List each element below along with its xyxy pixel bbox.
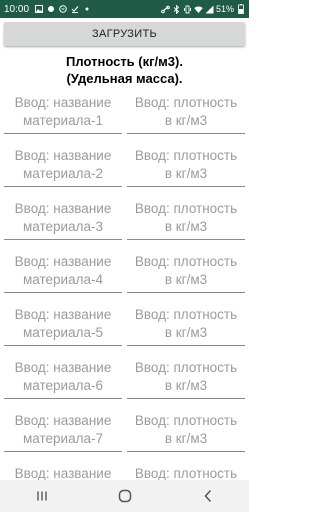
dot-icon	[82, 5, 91, 14]
material-name-input-2[interactable]: Ввод: название материала-2	[4, 147, 122, 187]
material-name-placeholder-line2: материала-4	[23, 272, 103, 287]
battery-percent: 51%	[215, 4, 234, 14]
density-placeholder-line2: в кг/м3	[164, 272, 208, 287]
material-name-input-5[interactable]: Ввод: название материала-5	[4, 306, 122, 346]
material-name-placeholder-line2: материала-3	[23, 219, 103, 234]
field-underline	[127, 292, 245, 293]
material-name-input-1[interactable]: Ввод: название материала-1	[4, 94, 122, 134]
field-underline	[4, 345, 122, 346]
material-row-3: Ввод: название материала-3 Ввод: плотнос…	[0, 200, 249, 253]
check-icon	[70, 5, 79, 14]
field-underline	[4, 292, 122, 293]
material-row-6: Ввод: название материала-6 Ввод: плотнос…	[0, 359, 249, 412]
material-name-placeholder-line1: Ввод: название	[14, 201, 112, 216]
material-name-placeholder-line2: материала-1	[23, 113, 103, 128]
field-underline	[127, 133, 245, 134]
material-row-2: Ввод: название материала-2 Ввод: плотнос…	[0, 147, 249, 200]
field-underline	[4, 133, 122, 134]
load-button[interactable]: ЗАГРУЗИТЬ	[4, 22, 245, 46]
navigation-bar	[0, 480, 249, 512]
density-input-5[interactable]: Ввод: плотность в кг/м3	[127, 306, 245, 346]
bluetooth-icon	[172, 4, 181, 14]
material-name-placeholder-line2: материала-5	[23, 325, 103, 340]
density-input-7[interactable]: Ввод: плотность в кг/м3	[127, 412, 245, 452]
wifi-icon	[194, 5, 203, 14]
status-bar: 10:00 51%	[0, 0, 249, 18]
material-name-input-3[interactable]: Ввод: название материала-3	[4, 200, 122, 240]
field-underline	[4, 239, 122, 240]
material-name-placeholder-line1: Ввод: название	[14, 254, 112, 269]
back-button[interactable]	[193, 484, 223, 508]
density-input-3[interactable]: Ввод: плотность в кг/м3	[127, 200, 245, 240]
material-name-placeholder-line1: Ввод: название	[14, 360, 112, 375]
vibrate-icon	[183, 5, 192, 14]
title-line-1: Плотность (кг/м3).	[66, 54, 183, 69]
material-row-1: Ввод: название материала-1 Ввод: плотнос…	[0, 94, 249, 147]
density-placeholder-line2: в кг/м3	[164, 113, 208, 128]
field-underline	[127, 345, 245, 346]
image-icon	[34, 5, 43, 14]
title-line-2: (Удельная масса).	[66, 71, 183, 86]
status-left: 10:00	[4, 4, 91, 15]
density-input-4[interactable]: Ввод: плотность в кг/м3	[127, 253, 245, 293]
material-list: Ввод: название материала-1 Ввод: плотнос…	[0, 94, 249, 512]
density-placeholder-line2: в кг/м3	[164, 325, 208, 340]
density-input-2[interactable]: Ввод: плотность в кг/м3	[127, 147, 245, 187]
density-placeholder-line1: Ввод: плотность	[134, 254, 238, 269]
status-right: 51%	[161, 4, 245, 14]
material-name-placeholder-line1: Ввод: название	[14, 413, 112, 428]
density-placeholder-line1: Ввод: плотность	[134, 95, 238, 110]
field-underline	[4, 451, 122, 452]
field-underline	[4, 186, 122, 187]
notification-dot-icon	[46, 5, 55, 14]
density-placeholder-line1: Ввод: плотность	[134, 413, 238, 428]
field-underline	[4, 398, 122, 399]
density-placeholder-line1: Ввод: плотность	[134, 307, 238, 322]
material-name-input-7[interactable]: Ввод: название материала-7	[4, 412, 122, 452]
material-name-input-6[interactable]: Ввод: название материала-6	[4, 359, 122, 399]
material-name-placeholder-line2: материала-2	[23, 166, 103, 181]
screen: 10:00 51% ЗАГРУЗИТЬ Плотность (кг/м3). (…	[0, 0, 249, 512]
field-underline	[127, 398, 245, 399]
battery-icon	[236, 4, 245, 14]
density-placeholder-line2: в кг/м3	[164, 431, 208, 446]
material-name-placeholder-line2: материала-7	[23, 431, 103, 446]
material-name-placeholder-line1: Ввод: название	[14, 95, 112, 110]
density-input-1[interactable]: Ввод: плотность в кг/м3	[127, 94, 245, 134]
home-button[interactable]	[110, 484, 140, 508]
signal-icon	[205, 5, 214, 14]
density-placeholder-line1: Ввод: плотность	[134, 148, 238, 163]
density-input-6[interactable]: Ввод: плотность в кг/м3	[127, 359, 245, 399]
recents-icon	[36, 491, 47, 501]
density-placeholder-line2: в кг/м3	[164, 219, 208, 234]
home-icon	[118, 489, 131, 503]
material-row-5: Ввод: название материала-5 Ввод: плотнос…	[0, 306, 249, 359]
status-time: 10:00	[4, 3, 30, 15]
material-name-placeholder-line1: Ввод: название	[14, 307, 112, 322]
material-name-placeholder-line2: материала-6	[23, 378, 103, 393]
back-icon	[203, 489, 211, 503]
link-icon	[161, 5, 170, 14]
vpn-icon	[58, 5, 67, 14]
density-placeholder-line2: в кг/м3	[164, 378, 208, 393]
material-row-4: Ввод: название материала-4 Ввод: плотнос…	[0, 253, 249, 306]
material-name-input-4[interactable]: Ввод: название материала-4	[4, 253, 122, 293]
field-underline	[127, 239, 245, 240]
recents-button[interactable]	[27, 484, 57, 508]
field-underline	[127, 186, 245, 187]
density-placeholder-line1: Ввод: плотность	[134, 360, 238, 375]
material-name-placeholder-line1: Ввод: название	[14, 148, 112, 163]
density-placeholder-line2: в кг/м3	[164, 166, 208, 181]
material-row-7: Ввод: название материала-7 Ввод: плотнос…	[0, 412, 249, 465]
density-placeholder-line1: Ввод: плотность	[134, 201, 238, 216]
field-underline	[127, 451, 245, 452]
page-title: Плотность (кг/м3). (Удельная масса).	[0, 53, 249, 87]
